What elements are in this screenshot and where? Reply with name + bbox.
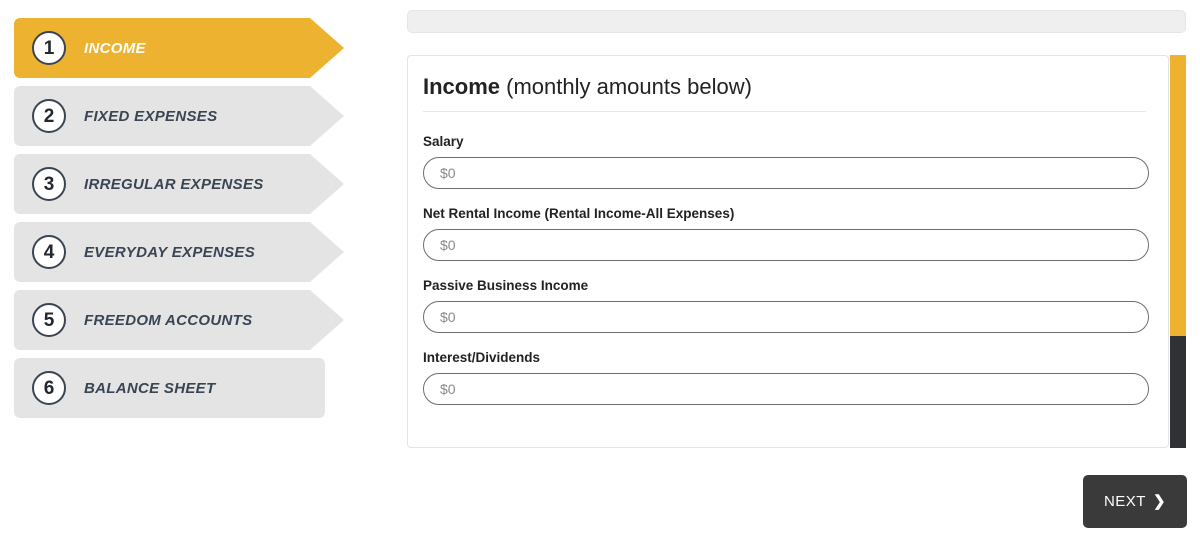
next-button[interactable]: NEXT ❯	[1083, 475, 1187, 528]
sidebar-step-balance-sheet[interactable]: 6 BALANCE SHEET	[14, 358, 354, 418]
sidebar-step-income[interactable]: 1 INCOME	[14, 18, 354, 78]
top-progress-bar	[407, 10, 1186, 33]
income-form-card: Income (monthly amounts below) Salary Net…	[407, 55, 1169, 448]
next-button-label: NEXT	[1103, 493, 1146, 510]
step-number-badge: 3	[32, 167, 66, 201]
income-field-list: Salary Net Rental Income (Rental Income-A…	[423, 134, 1149, 405]
step-number-badge: 2	[32, 99, 66, 133]
amount-input[interactable]	[423, 373, 1149, 405]
page-title-rest: (monthly amounts below)	[500, 74, 752, 99]
step-label: FIXED EXPENSES	[84, 107, 218, 125]
step-content: 4 EVERYDAY EXPENSES	[14, 222, 255, 282]
chevron-right-icon: ❯	[1152, 493, 1167, 510]
field-label: Passive Business Income	[423, 278, 589, 293]
step-label: BALANCE SHEET	[84, 379, 216, 397]
form-field: Salary	[423, 134, 1149, 189]
step-number-badge: 6	[32, 371, 66, 405]
scrollbar-thumb[interactable]	[1170, 55, 1186, 336]
field-label: Net Rental Income (Rental Income-All Exp…	[423, 206, 735, 221]
amount-input[interactable]	[423, 229, 1149, 261]
step-label: INCOME	[84, 39, 146, 57]
main-pane: Income (monthly amounts below) Salary Net…	[407, 0, 1200, 546]
budget-wizard-app: 1 INCOME 2 FIXED EXPENSES 3 IRREGULAR EXPENSE…	[0, 0, 1200, 546]
step-content: 3 IRREGULAR EXPENSES	[14, 154, 264, 214]
step-content: 2 FIXED EXPENSES	[14, 86, 217, 146]
amount-input[interactable]	[423, 157, 1149, 189]
sidebar-step-everyday-expenses[interactable]: 4 EVERYDAY EXPENSES	[14, 222, 354, 282]
step-content: 5 FREEDOM ACCOUNTS	[14, 290, 252, 350]
sidebar-step-freedom-accounts[interactable]: 5 FREEDOM ACCOUNTS	[14, 290, 354, 350]
sidebar-step-irregular-expenses[interactable]: 3 IRREGULAR EXPENSES	[14, 154, 354, 214]
step-number-badge: 4	[32, 235, 66, 269]
amount-input[interactable]	[423, 301, 1149, 333]
step-content: 6 BALANCE SHEET	[14, 358, 215, 418]
content-scrollbar[interactable]	[1170, 55, 1186, 448]
field-label: Salary	[423, 134, 464, 149]
step-number-badge: 1	[32, 31, 66, 65]
step-number-badge: 5	[32, 303, 66, 337]
income-form-body: Income (monthly amounts below) Salary Net…	[408, 56, 1168, 405]
page-title: Income (monthly amounts below)	[423, 74, 1146, 112]
step-label: FREEDOM ACCOUNTS	[84, 311, 253, 329]
step-navigation: 1 INCOME 2 FIXED EXPENSES 3 IRREGULAR EXPENSE…	[14, 18, 354, 426]
field-label: Interest/Dividends	[423, 350, 541, 365]
sidebar-step-fixed-expenses[interactable]: 2 FIXED EXPENSES	[14, 86, 354, 146]
step-content: 1 INCOME	[14, 18, 146, 78]
step-label: EVERYDAY EXPENSES	[84, 243, 256, 261]
form-field: Net Rental Income (Rental Income-All Exp…	[423, 206, 1149, 261]
form-field: Interest/Dividends	[423, 350, 1149, 405]
form-field: Passive Business Income	[423, 278, 1149, 333]
step-label: IRREGULAR EXPENSES	[84, 175, 264, 193]
page-title-bold: Income	[423, 74, 501, 99]
